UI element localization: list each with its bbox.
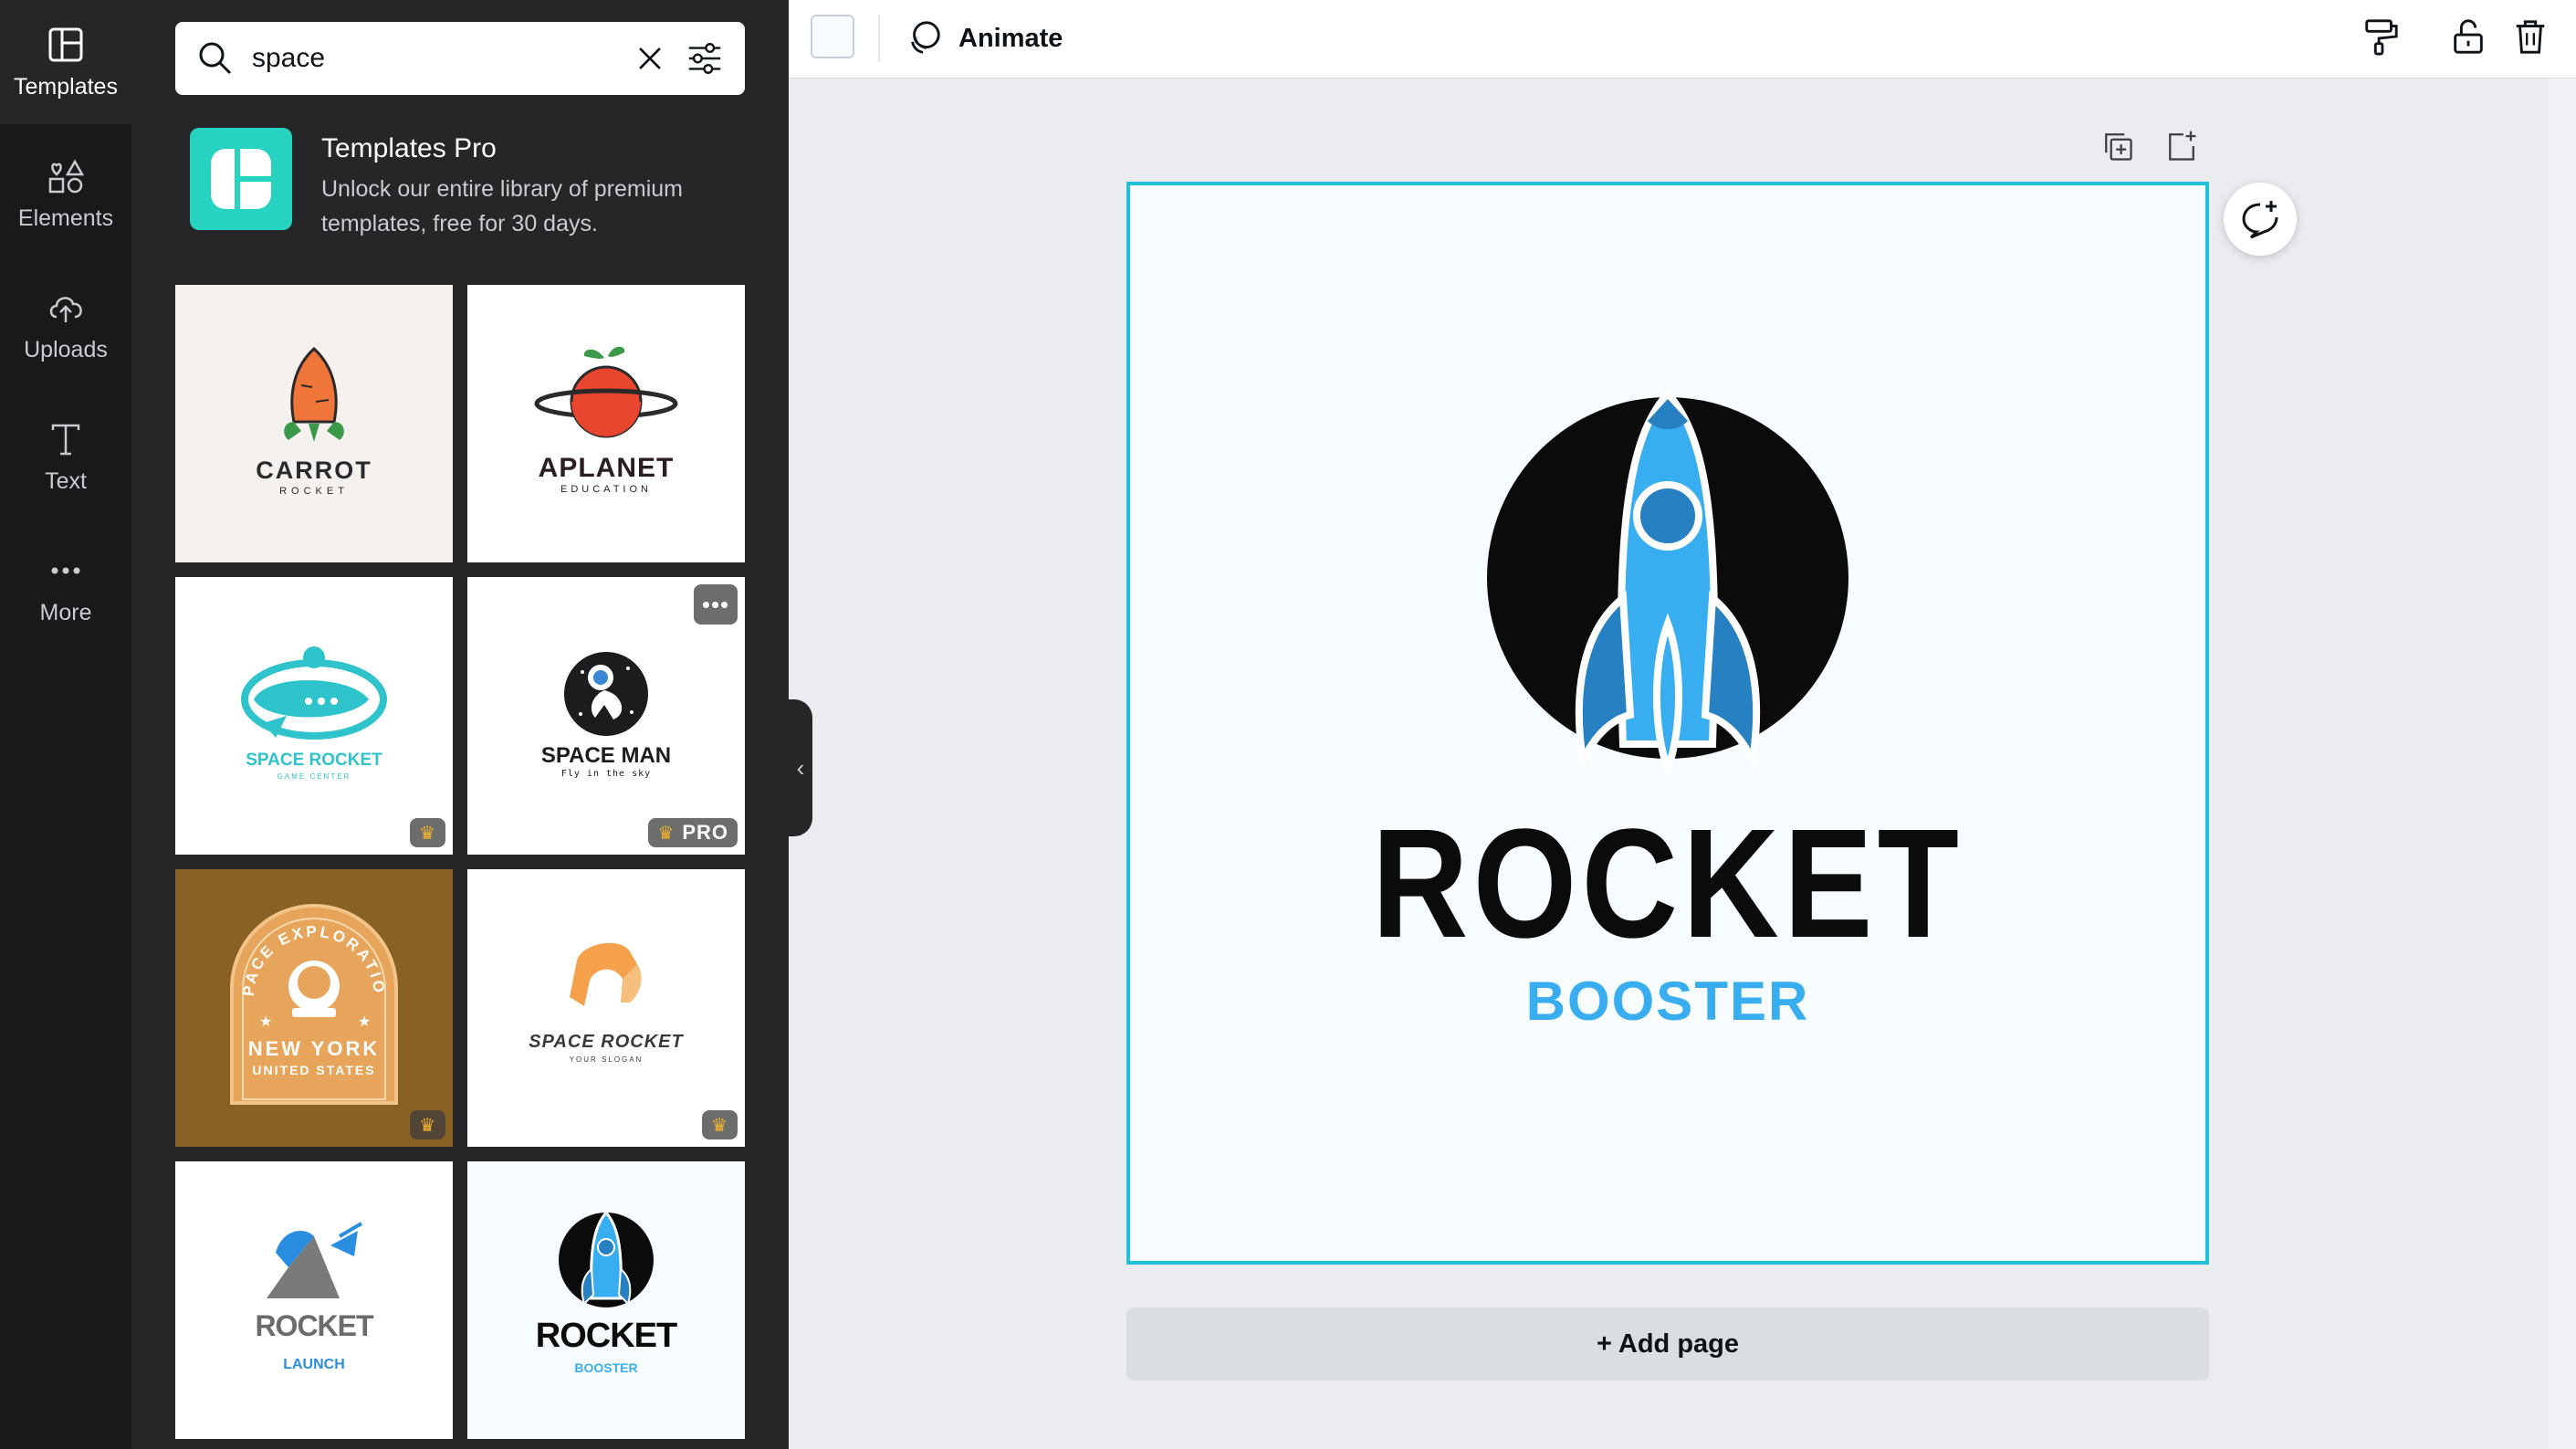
aplanet-art [467, 285, 745, 562]
rocket-launch-art [175, 1161, 453, 1439]
template-subtitle: LAUNCH [283, 1357, 345, 1372]
rail-label-uploads: Uploads [24, 336, 108, 362]
chevron-left-icon: ‹ [796, 753, 805, 782]
duplicate-page-button[interactable] [2100, 128, 2140, 168]
search-input[interactable] [252, 43, 615, 74]
rail-label-elements: Elements [17, 205, 114, 231]
template-card-carrot-rocket[interactable]: CARROT ROCKET [175, 285, 453, 562]
search-bar [175, 22, 745, 95]
template-card-rocket-booster[interactable]: ROCKET BOOSTER [467, 1161, 745, 1439]
rail-item-uploads[interactable]: Uploads [0, 263, 131, 387]
close-icon [639, 47, 661, 69]
promo-description: Unlock our entire library of premium tem… [321, 176, 683, 236]
left-rail: Templates Elements Uploads Text More [0, 0, 131, 1449]
logo-subtitle[interactable]: BOOSTER [1130, 972, 2205, 1031]
template-subtitle: BOOSTER [574, 1360, 638, 1375]
crown-icon: ♛ [657, 823, 675, 844]
canvas-scrollbar[interactable] [2549, 79, 2576, 1449]
templates-pro-icon [211, 149, 271, 209]
rail-item-text[interactable]: Text [0, 394, 131, 519]
add-page-button[interactable]: + Add page [1126, 1307, 2209, 1381]
carrot-rocket-art [175, 285, 453, 562]
template-title: CARROT [256, 457, 372, 484]
new-york-badge-art: SPACE EXPLORATION ★ ★ [175, 869, 453, 1147]
promo-title: Templates Pro [321, 133, 497, 163]
template-card-new-york[interactable]: SPACE EXPLORATION ★ ★ NEW YORK UNITED ST… [175, 869, 453, 1147]
template-title: ROCKET [255, 1309, 373, 1342]
templates-pro-logo [190, 128, 292, 230]
premium-badge: ♛ [410, 818, 445, 847]
add-page-tool-button[interactable] [2163, 128, 2204, 168]
svg-text:★: ★ [358, 1014, 371, 1030]
lock-button[interactable] [2446, 15, 2490, 58]
template-title: NEW YORK [247, 1037, 381, 1060]
template-card-space-man[interactable]: SPACE MAN Fly in the sky ••• ♛ PRO [467, 577, 745, 855]
pro-badge-label: PRO [682, 821, 728, 844]
crown-icon: ♛ [711, 1115, 728, 1136]
rail-item-templates[interactable]: Templates [0, 0, 131, 124]
crown-icon: ♛ [419, 823, 436, 844]
templates-pro-promo[interactable]: Templates Pro Unlock our entire library … [190, 128, 738, 237]
collapse-panel-button[interactable]: ‹ [789, 699, 812, 836]
template-subtitle: YOUR SLOGAN [569, 1055, 644, 1064]
rail-label-templates: Templates [14, 73, 118, 100]
template-card-rocket-launch[interactable]: ROCKET LAUNCH [175, 1161, 453, 1439]
template-card-space-rocket-game[interactable]: SPACE ROCKET GAME CENTER ♛ [175, 577, 453, 855]
duplicate-icon [2105, 133, 2132, 161]
premium-badge: ♛ [702, 1110, 738, 1139]
trash-icon [2516, 20, 2545, 54]
premium-badge: ♛ [410, 1110, 445, 1139]
animate-label: Animate [958, 23, 1063, 53]
template-subtitle: UNITED STATES [252, 1063, 376, 1077]
copy-style-button[interactable] [2359, 15, 2403, 58]
rail-item-elements[interactable]: Elements [0, 131, 131, 256]
elements-icon [48, 158, 85, 193]
text-icon [51, 424, 80, 455]
delete-button[interactable] [2508, 15, 2552, 58]
comment-plus-icon [2242, 201, 2278, 239]
template-title: SPACE ROCKET [246, 751, 382, 770]
templates-panel: Templates Pro Unlock our entire library … [131, 0, 789, 1449]
template-title: SPACE ROCKET [529, 1032, 684, 1052]
filter-button[interactable] [685, 38, 725, 79]
pro-badge: ♛ PRO [648, 818, 738, 847]
template-card-aplanet[interactable]: APLANET EDUCATION [467, 285, 745, 562]
template-subtitle: ROCKET [279, 486, 349, 497]
filter-icon [688, 43, 721, 74]
paint-roller-icon [2365, 19, 2398, 56]
unlock-icon [2454, 19, 2483, 54]
rocket-logo-art[interactable] [1130, 185, 2205, 1261]
animate-icon [911, 21, 940, 54]
space-rocket-game-art [175, 577, 453, 855]
rocket-booster-thumb-art [467, 1161, 745, 1439]
rail-item-more[interactable]: More [0, 526, 131, 650]
add-page-icon [2169, 131, 2196, 161]
animate-button[interactable]: Animate [906, 16, 1063, 60]
template-title: ROCKET [535, 1317, 677, 1355]
template-subtitle: Fly in the sky [560, 769, 652, 779]
background-color-swatch[interactable] [811, 15, 854, 58]
search-icon [199, 42, 232, 75]
template-title: SPACE MAN [540, 743, 672, 768]
templates-icon [48, 27, 83, 61]
template-subtitle: EDUCATION [560, 484, 652, 495]
template-subtitle: GAME CENTER [277, 772, 351, 781]
uploads-icon [49, 296, 82, 322]
more-icon [51, 567, 80, 573]
rail-label-more: More [39, 599, 92, 625]
crown-icon: ♛ [419, 1115, 436, 1136]
toolbar-divider [878, 15, 880, 62]
template-more-options-button[interactable]: ••• [694, 584, 738, 625]
space-rocket-slogan-art [467, 869, 745, 1147]
clear-search-button[interactable] [630, 38, 670, 79]
template-card-space-rocket-slogan[interactable]: SPACE ROCKET YOUR SLOGAN ♛ [467, 869, 745, 1147]
svg-text:★: ★ [259, 1014, 272, 1030]
rail-label-text: Text [45, 467, 87, 494]
template-title: APLANET [538, 453, 675, 483]
design-page[interactable]: ROCKET BOOSTER [1126, 182, 2209, 1265]
logo-title[interactable]: ROCKET [1205, 806, 2130, 961]
add-comment-button[interactable] [2224, 183, 2297, 256]
